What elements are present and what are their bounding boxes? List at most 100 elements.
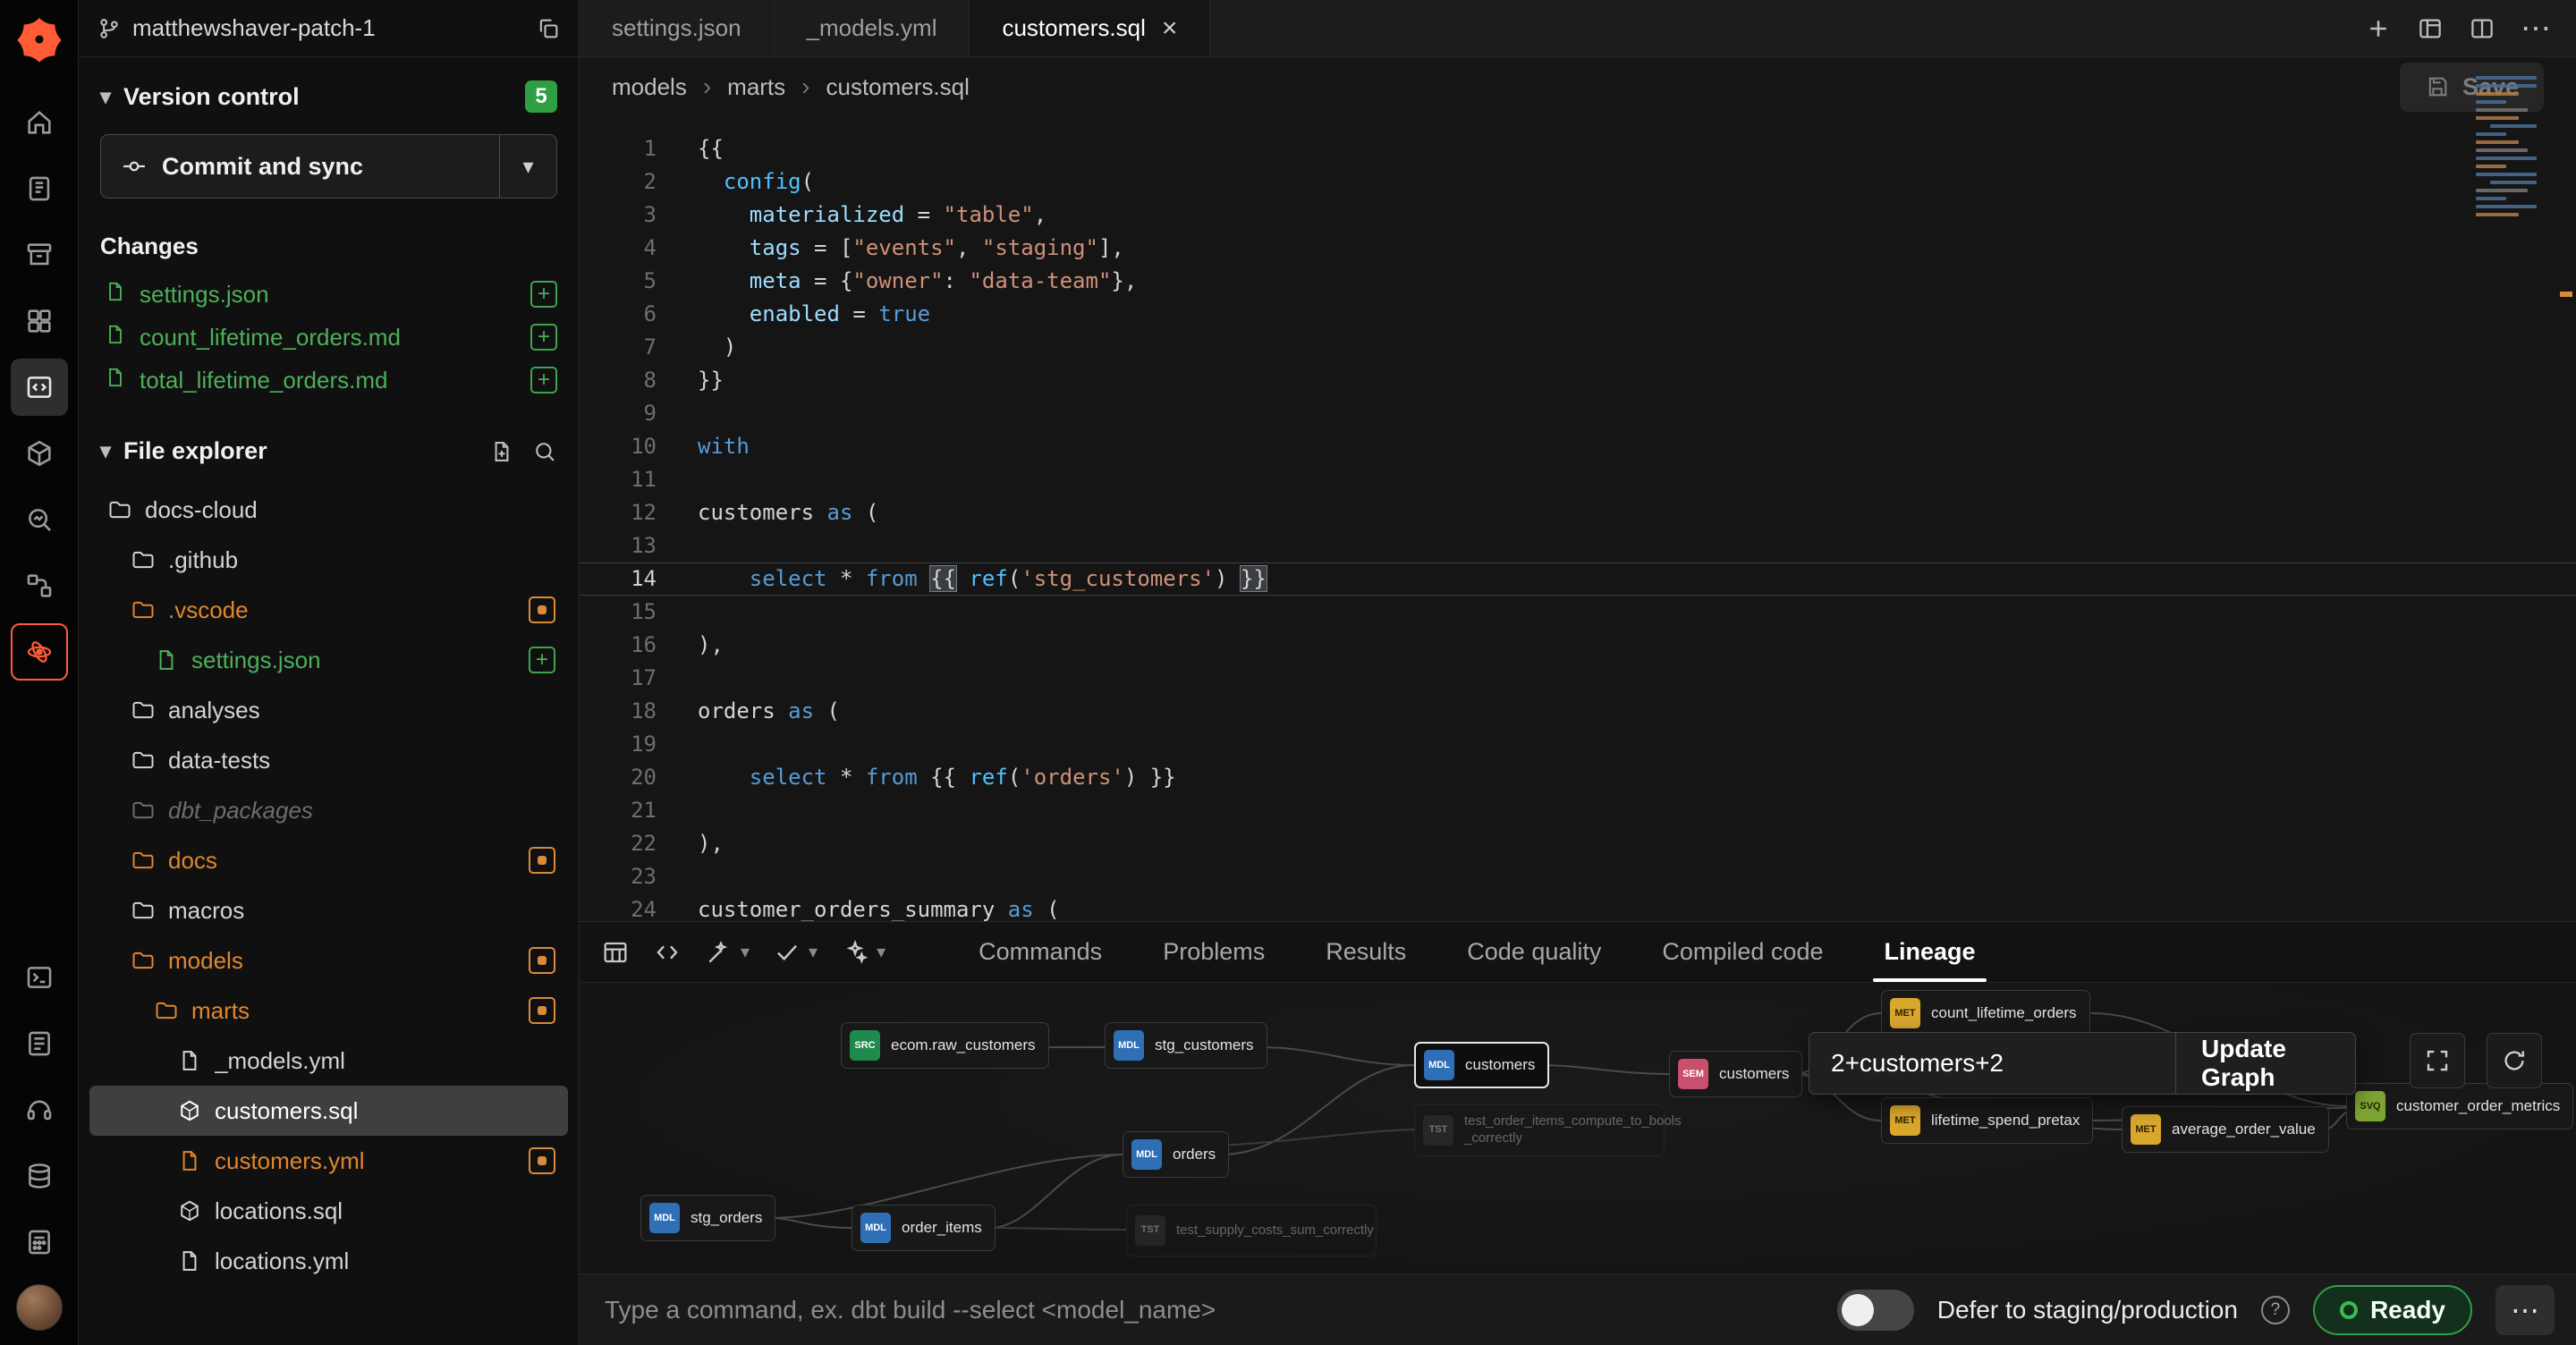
user-avatar[interactable] [16,1284,63,1331]
code-line[interactable]: 1{{ [580,132,2576,165]
package-icon[interactable] [11,425,68,482]
new-tab-icon[interactable] [2365,15,2392,42]
code-line[interactable]: 22), [580,827,2576,860]
tree-item-_models.yml[interactable]: _models.yml [89,1036,568,1086]
code-line[interactable]: 18orders as ( [580,695,2576,728]
tree-item-settings.json[interactable]: settings.json+ [89,635,568,685]
commit-and-sync-main[interactable]: Commit and sync [101,135,499,198]
lineage-node-customer_order_metrics[interactable]: SVQcustomer_order_metrics [2346,1083,2573,1129]
home-icon[interactable] [11,94,68,151]
breadcrumb-item[interactable]: models [612,73,687,101]
apps-keypad-icon[interactable] [11,1214,68,1271]
code-line[interactable]: 17 [580,662,2576,695]
tab-overflow-icon[interactable]: ⋯ [2521,11,2551,47]
code-line[interactable]: 15 [580,596,2576,629]
code-line[interactable]: 8}} [580,364,2576,397]
tree-item-dbt_packages[interactable]: dbt_packages [89,785,568,835]
code-line[interactable]: 13 [580,529,2576,563]
lineage-node-stg_customers[interactable]: MDLstg_customers [1105,1022,1267,1069]
lineage-node-customers[interactable]: SEMcustomers [1669,1051,1802,1097]
changed-file[interactable]: total_lifetime_orders.md+ [79,359,579,402]
tab-close-icon[interactable]: × [1162,15,1178,42]
file-explorer-header[interactable]: ▾ File explorer [79,402,579,478]
lineage-node-test_supply_costs_sum_correctly[interactable]: TSTtest_supply_costs_sum_correctly [1126,1205,1377,1256]
lineage-node-ecom.raw_customers[interactable]: SRCecom.raw_customers [841,1022,1049,1069]
code-line[interactable]: 3 materialized = "table", [580,199,2576,232]
results-table-icon[interactable] [601,938,630,967]
copy-branch-icon[interactable] [536,16,561,41]
tree-item-customers.sql[interactable]: customers.sql [89,1086,568,1136]
defer-toggle[interactable] [1837,1290,1914,1331]
terminal-icon[interactable] [11,949,68,1006]
tree-item-docs-cloud[interactable]: docs-cloud [89,485,568,535]
code-line[interactable]: 14 select * from {{ ref('stg_customers')… [580,563,2576,596]
code-line[interactable]: 9 [580,397,2576,430]
editor-tab-customers.sql[interactable]: customers.sql× [970,0,1210,56]
commit-and-sync-button[interactable]: Commit and sync ▾ [100,134,557,199]
panel-tab-Lineage[interactable]: Lineage [1853,922,2005,982]
tree-item-marts[interactable]: marts [89,985,568,1036]
code-line[interactable]: 5 meta = {"owner": "data-team"}, [580,265,2576,298]
version-control-header[interactable]: ▾ Version control 5 [79,57,579,129]
editor-tab-settings.json[interactable]: settings.json [580,0,775,56]
editor-tab-_models.yml[interactable]: _models.yml [775,0,970,56]
code-line[interactable]: 7 ) [580,331,2576,364]
headset-icon[interactable] [11,1081,68,1138]
update-graph-button[interactable]: Update Graph [2175,1033,2355,1094]
tree-item-data-tests[interactable]: data-tests [89,735,568,785]
code-line[interactable]: 10with [580,430,2576,463]
code-line[interactable]: 2 config( [580,165,2576,199]
tree-item-macros[interactable]: macros [89,885,568,935]
help-icon[interactable]: ? [2261,1296,2290,1324]
task-list-icon[interactable] [11,1015,68,1072]
code-area[interactable]: 1{{2 config(3 materialized = "table",4 t… [580,120,2576,921]
dashboard-grid-icon[interactable] [11,292,68,350]
code-editor-icon[interactable] [11,359,68,416]
pipeline-icon[interactable] [11,557,68,614]
panel-layout-icon[interactable] [2417,15,2444,42]
code-line[interactable]: 6 enabled = true [580,298,2576,331]
code-line[interactable]: 16), [580,629,2576,662]
lineage-node-stg_orders[interactable]: MDLstg_orders [640,1195,775,1241]
code-line[interactable]: 24customer_orders_summary as ( [580,893,2576,921]
panel-tab-Code quality[interactable]: Code quality [1436,922,1631,982]
code-editor[interactable]: models›marts›customers.sql Save 1{{2 con… [580,57,2576,921]
tree-item-locations.sql[interactable]: locations.sql [89,1186,568,1236]
tree-item-models[interactable]: models [89,935,568,985]
lineage-search-input[interactable] [1809,1033,2175,1094]
lineage-node-order_items[interactable]: MDLorder_items [852,1205,996,1251]
tree-item-.vscode[interactable]: .vscode [89,585,568,635]
new-file-icon[interactable] [489,439,514,464]
lineage-node-count_lifetime_orders[interactable]: METcount_lifetime_orders [1881,990,2090,1036]
breadcrumb-item[interactable]: customers.sql [826,73,969,101]
commit-options-caret[interactable]: ▾ [499,135,556,198]
archive-icon[interactable] [11,226,68,283]
panel-tab-Compiled code[interactable]: Compiled code [1631,922,1853,982]
code-line[interactable]: 11 [580,463,2576,496]
lineage-node-average_order_value[interactable]: METaverage_order_value [2122,1106,2329,1153]
command-input[interactable] [605,1296,1814,1324]
branch-row[interactable]: matthewshaver-patch-1 [79,0,579,57]
code-line[interactable]: 21 [580,794,2576,827]
refresh-graph-button[interactable] [2487,1033,2542,1088]
changed-file[interactable]: count_lifetime_orders.md+ [79,316,579,359]
status-ready-badge[interactable]: Ready [2313,1285,2472,1335]
split-columns-icon[interactable] [2469,15,2496,42]
panel-tab-Commands[interactable]: Commands [948,922,1132,982]
lineage-node-customers[interactable]: MDLcustomers [1414,1042,1549,1088]
code-line[interactable]: 20 select * from {{ ref('orders') }} [580,761,2576,794]
build-tool-icon[interactable]: ▾ [705,938,750,967]
tree-item-analyses[interactable]: analyses [89,685,568,735]
code-line[interactable]: 4 tags = ["events", "staging"], [580,232,2576,265]
lint-check-icon[interactable]: ▾ [773,938,818,967]
tree-item-.github[interactable]: .github [89,535,568,585]
dbt-logo-icon[interactable] [14,14,64,64]
breadcrumb-item[interactable]: marts [727,73,785,101]
lineage-node-test_order_items_compute_to_bools _correctly[interactable]: TSTtest_order_items_compute_to_bools _co… [1414,1104,1665,1156]
insights-lens-icon[interactable] [11,491,68,548]
database-icon[interactable] [11,1147,68,1205]
tree-item-customers.yml[interactable]: customers.yml [89,1136,568,1186]
ai-assist-icon[interactable]: ▾ [841,938,886,967]
lineage-canvas[interactable]: SRCecom.raw_customers MDLstg_customers MDL… [580,983,2576,1273]
panel-tab-Problems[interactable]: Problems [1132,922,1295,982]
